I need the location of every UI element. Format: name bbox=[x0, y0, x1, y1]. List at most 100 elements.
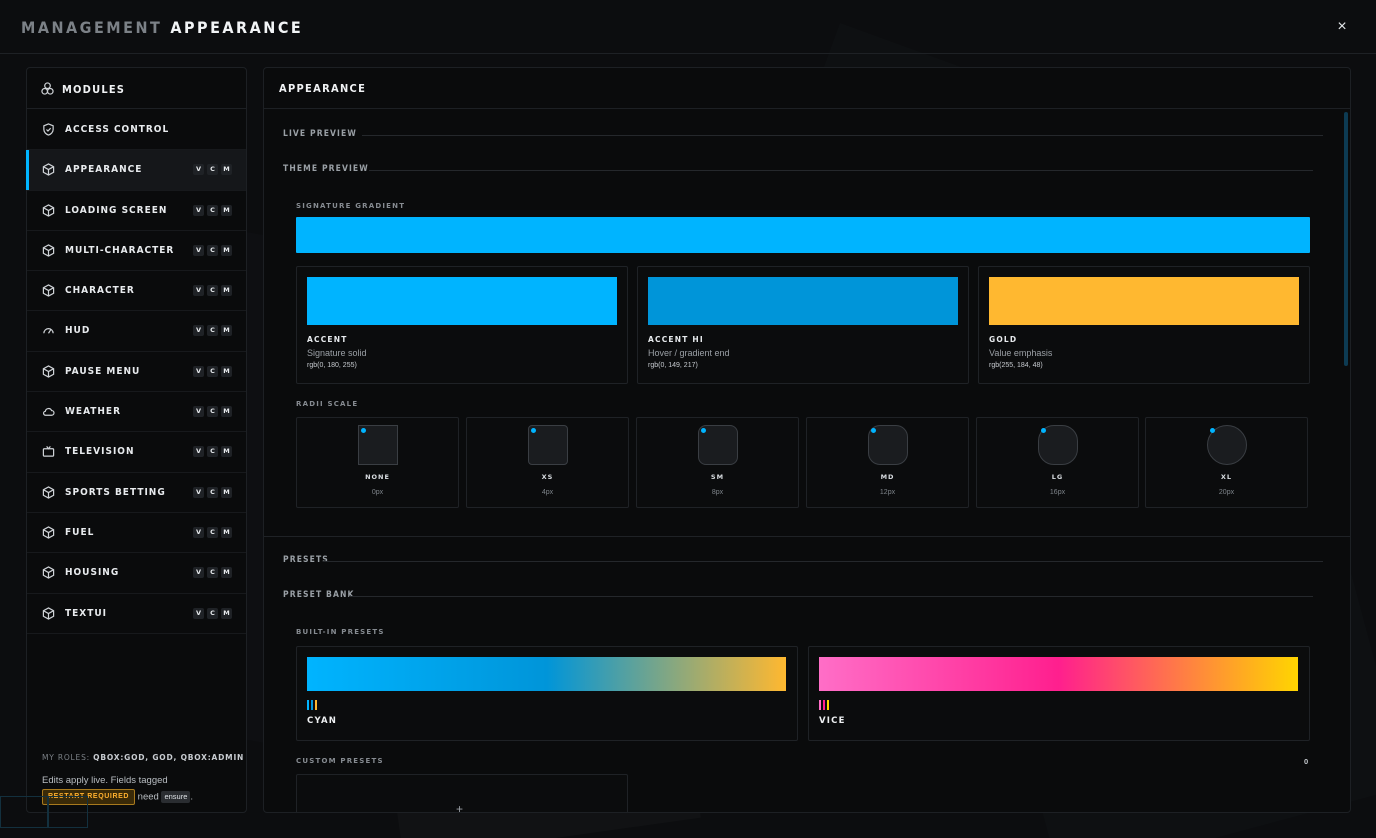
permission-badge: V bbox=[193, 486, 204, 498]
cube-icon bbox=[42, 365, 55, 378]
preset-card-vice[interactable]: VICE bbox=[808, 646, 1310, 741]
sidebar-item-loading-screen[interactable]: LOADING SCREEN V C M bbox=[27, 191, 246, 231]
sidebar-item-character[interactable]: CHARACTER V C M bbox=[27, 271, 246, 312]
radius-card-md: MD 12px bbox=[806, 417, 969, 508]
module-list: ACCESS CONTROL APPEARANCE V C M LOADING SCREE… bbox=[26, 110, 246, 634]
sidebar-item-television[interactable]: TELEVISION V C M bbox=[27, 432, 246, 473]
sidebar-item-label: FUEL bbox=[65, 526, 95, 538]
radius-name: SM bbox=[710, 473, 725, 481]
cube-icon bbox=[42, 606, 55, 620]
color-swatch bbox=[989, 277, 1299, 325]
sidebar-item-housing[interactable]: HOUSING V C M bbox=[27, 553, 246, 594]
permission-badge: C bbox=[207, 567, 218, 579]
sidebar-item-access-control[interactable]: ACCESS CONTROL bbox=[27, 110, 246, 151]
permission-badge: M bbox=[221, 526, 232, 538]
radius-value: 0px bbox=[371, 489, 384, 496]
permission-badge: C bbox=[207, 406, 218, 418]
permission-badge: V bbox=[193, 567, 204, 579]
permission-badge: M bbox=[221, 365, 232, 377]
swatch-description: Signature solid bbox=[307, 348, 367, 358]
shield-icon bbox=[43, 123, 54, 136]
close-button[interactable]: × bbox=[1332, 17, 1352, 37]
permission-badge: C bbox=[207, 365, 218, 377]
color-swatch-card: ACCENT Signature solid rgb(0, 180, 255) bbox=[296, 266, 628, 384]
section-live-preview: LIVE PREVIEW bbox=[283, 129, 1323, 143]
note-need: need bbox=[137, 791, 159, 803]
radius-card-sm: SM 8px bbox=[636, 417, 799, 508]
cube-icon bbox=[42, 203, 55, 217]
sidebar-item-multi-character[interactable]: MULTI-CHARACTER V C M bbox=[27, 231, 246, 272]
permission-badge: C bbox=[207, 607, 218, 619]
cloud-icon bbox=[42, 408, 55, 416]
color-swatch bbox=[307, 277, 617, 325]
sidebar-item-pause-menu[interactable]: PAUSE MENU V C M bbox=[27, 352, 246, 393]
permission-badge: V bbox=[193, 526, 204, 538]
radius-card-xs: XS 4px bbox=[466, 417, 629, 508]
scrollbar-thumb[interactable] bbox=[1344, 112, 1348, 366]
add-custom-preset-button[interactable]: + bbox=[296, 774, 628, 812]
preset-color-stripes bbox=[819, 700, 829, 710]
permission-badge: V bbox=[193, 285, 204, 297]
permission-badges: VCM bbox=[193, 365, 232, 377]
radius-name: MD bbox=[880, 473, 895, 481]
permission-badge: V bbox=[193, 607, 204, 619]
preset-name: VICE bbox=[819, 716, 846, 726]
swatch-name: GOLD bbox=[989, 335, 1018, 344]
permission-badges: VCM bbox=[193, 244, 232, 256]
permission-badge: V bbox=[193, 204, 204, 216]
window-title: MANAGEMENT APPEARANCE bbox=[21, 18, 303, 37]
radii-scale-label: RADII SCALE bbox=[296, 400, 359, 408]
sidebar-item-sports-betting[interactable]: SPORTS BETTING V C M bbox=[27, 473, 246, 513]
permission-badges: VCM bbox=[193, 607, 232, 619]
sidebar-item-textui[interactable]: TEXTUI V C M bbox=[27, 594, 246, 634]
note-end: . bbox=[190, 791, 194, 803]
custom-presets-label: CUSTOM PRESETS bbox=[296, 757, 384, 765]
built-in-presets-label: BUILT-IN PRESETS bbox=[296, 628, 385, 636]
permission-badge: M bbox=[221, 446, 232, 458]
sidebar-item-label: HUD bbox=[65, 325, 91, 337]
corner-decoration bbox=[0, 796, 48, 828]
permission-badge: M bbox=[221, 406, 232, 418]
panel-header: APPEARANCE bbox=[264, 68, 1350, 109]
swatch-rgb: rgb(0, 149, 217) bbox=[648, 362, 698, 369]
modules-icon bbox=[41, 82, 54, 95]
sidebar-item-label: MULTI-CHARACTER bbox=[65, 244, 175, 256]
sidebar-item-fuel[interactable]: FUEL V C M bbox=[27, 513, 246, 554]
cube-icon bbox=[42, 163, 55, 177]
note-text: Edits apply live. Fields tagged bbox=[42, 775, 168, 786]
preset-name: CYAN bbox=[307, 716, 338, 726]
preset-card-cyan[interactable]: CYAN bbox=[296, 646, 798, 741]
tv-icon bbox=[42, 446, 55, 458]
permission-badges: VCM bbox=[193, 204, 232, 216]
permission-badge: C bbox=[207, 204, 218, 216]
swatch-rgb: rgb(255, 184, 48) bbox=[989, 362, 1043, 369]
permission-badge: M bbox=[221, 285, 232, 297]
permission-badge: M bbox=[221, 567, 232, 579]
sidebar-item-label: LOADING SCREEN bbox=[65, 204, 168, 216]
radius-card-none: NONE 0px bbox=[296, 417, 459, 508]
roles-value: QBOX:GOD, GOD, QBOX:ADMIN bbox=[93, 753, 245, 762]
sidebar-item-label: TELEVISION bbox=[65, 446, 135, 458]
permission-badges: VCM bbox=[193, 164, 232, 176]
radius-sample bbox=[868, 425, 908, 465]
section-preset-bank: PRESET BANK bbox=[283, 590, 1313, 604]
permission-badge: V bbox=[193, 406, 204, 418]
sidebar-item-label: TEXTUI bbox=[65, 607, 108, 619]
radius-name: XS bbox=[541, 473, 554, 481]
permission-badges: VCM bbox=[193, 446, 232, 458]
permission-badge: V bbox=[193, 164, 204, 176]
sidebar-item-label: SPORTS BETTING bbox=[65, 486, 166, 498]
signature-gradient-bar bbox=[296, 217, 1310, 253]
permission-badge: M bbox=[221, 204, 232, 216]
sidebar-item-label: WEATHER bbox=[65, 406, 122, 418]
permission-badge: C bbox=[207, 325, 218, 337]
radius-value: 16px bbox=[1049, 489, 1066, 496]
sidebar-item-weather[interactable]: WEATHER V C M bbox=[27, 392, 246, 433]
permission-badge: V bbox=[193, 446, 204, 458]
permission-badge: C bbox=[207, 285, 218, 297]
radius-name: LG bbox=[1051, 473, 1064, 481]
permission-badges: VCM bbox=[193, 526, 232, 538]
title-prefix: MANAGEMENT bbox=[21, 18, 163, 37]
sidebar-item-appearance[interactable]: APPEARANCE V C M bbox=[26, 150, 246, 191]
sidebar-item-hud[interactable]: HUD V C M bbox=[27, 311, 246, 352]
